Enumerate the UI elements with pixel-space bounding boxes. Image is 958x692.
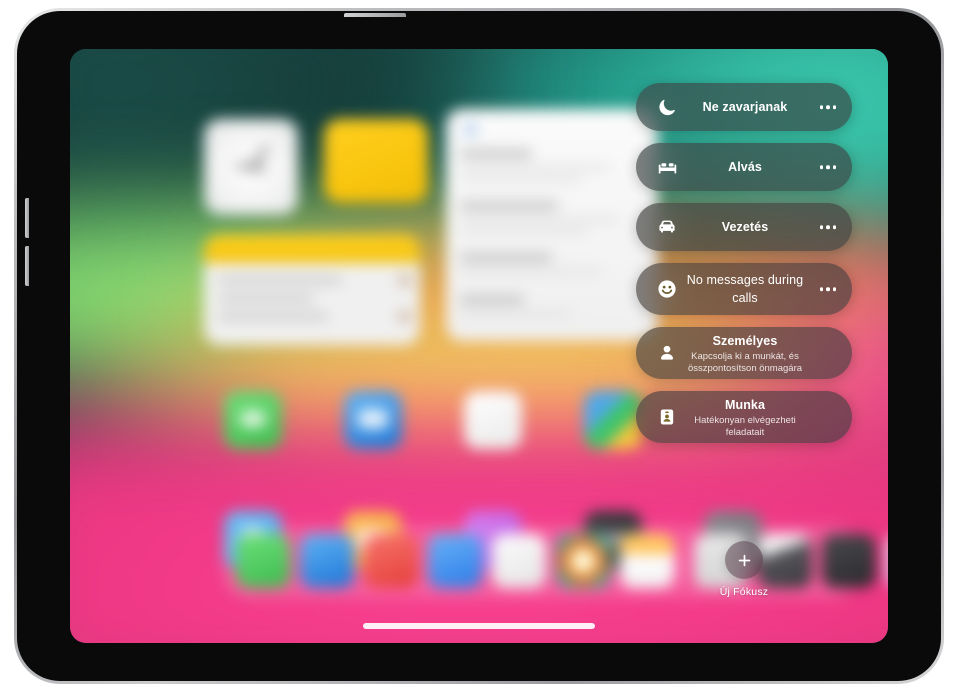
dock-icon-photos[interactable] — [556, 534, 610, 588]
dock-icon-green[interactable] — [236, 534, 290, 588]
focus-item-more-button[interactable] — [819, 165, 836, 169]
notes-widget[interactable] — [324, 119, 428, 203]
device-bezel: Ne zavarjanak Alvás Vezetés No messages … — [17, 11, 941, 681]
volume-down-button[interactable] — [25, 246, 29, 286]
person-icon — [656, 342, 678, 364]
new-focus-group: Új Fókusz — [636, 541, 852, 598]
add-focus-button[interactable] — [725, 541, 763, 579]
power-button[interactable] — [344, 13, 406, 17]
moon-icon — [656, 96, 678, 118]
dock-icon-pastel[interactable] — [886, 534, 888, 588]
dock-icon-white[interactable] — [492, 534, 546, 588]
reminders-widget[interactable] — [204, 235, 420, 345]
tablet-screen: Ne zavarjanak Alvás Vezetés No messages … — [70, 49, 888, 643]
home-indicator[interactable] — [363, 623, 595, 629]
bed-icon — [656, 156, 678, 178]
focus-item-subtitle: Hatékonyan elvégezheti feladatait — [694, 414, 796, 438]
focus-item-more-button[interactable] — [819, 225, 836, 229]
clock-widget[interactable] — [204, 119, 298, 215]
new-focus-label: Új Fókusz — [719, 586, 769, 598]
app-icon-white[interactable] — [464, 391, 522, 449]
dock-icon-azure[interactable] — [428, 534, 482, 588]
dock-icon-blue[interactable] — [300, 534, 354, 588]
app-icon-green[interactable] — [224, 391, 282, 449]
focus-item-do-not-disturb[interactable]: Ne zavarjanak — [636, 83, 852, 131]
focus-item-personal[interactable]: Személyes Kapcsolja ki a munkát, és össz… — [636, 327, 852, 379]
volume-up-button[interactable] — [25, 198, 29, 238]
focus-item-more-button[interactable] — [819, 105, 836, 109]
focus-item-sleep[interactable]: Alvás — [636, 143, 852, 191]
focus-item-more-button[interactable] — [819, 287, 836, 291]
dock-icon-red[interactable] — [364, 534, 418, 588]
plus-icon — [736, 552, 753, 569]
id-badge-icon — [656, 406, 678, 428]
notes-large-widget[interactable] — [446, 109, 658, 341]
app-icon-multicolor[interactable] — [584, 391, 642, 449]
focus-panel: Ne zavarjanak Alvás Vezetés No messages … — [636, 83, 868, 455]
app-icon-blue[interactable] — [344, 391, 402, 449]
tablet-device-frame: Ne zavarjanak Alvás Vezetés No messages … — [14, 8, 944, 684]
smiley-face-icon — [656, 278, 678, 300]
car-icon — [656, 216, 678, 238]
focus-item-no-messages-during-calls[interactable]: No messages during calls — [636, 263, 852, 315]
focus-item-driving[interactable]: Vezetés — [636, 203, 852, 251]
focus-item-work[interactable]: Munka Hatékonyan elvégezheti feladatait — [636, 391, 852, 443]
focus-item-subtitle: Kapcsolja ki a munkát, és összpontosítso… — [687, 350, 803, 374]
